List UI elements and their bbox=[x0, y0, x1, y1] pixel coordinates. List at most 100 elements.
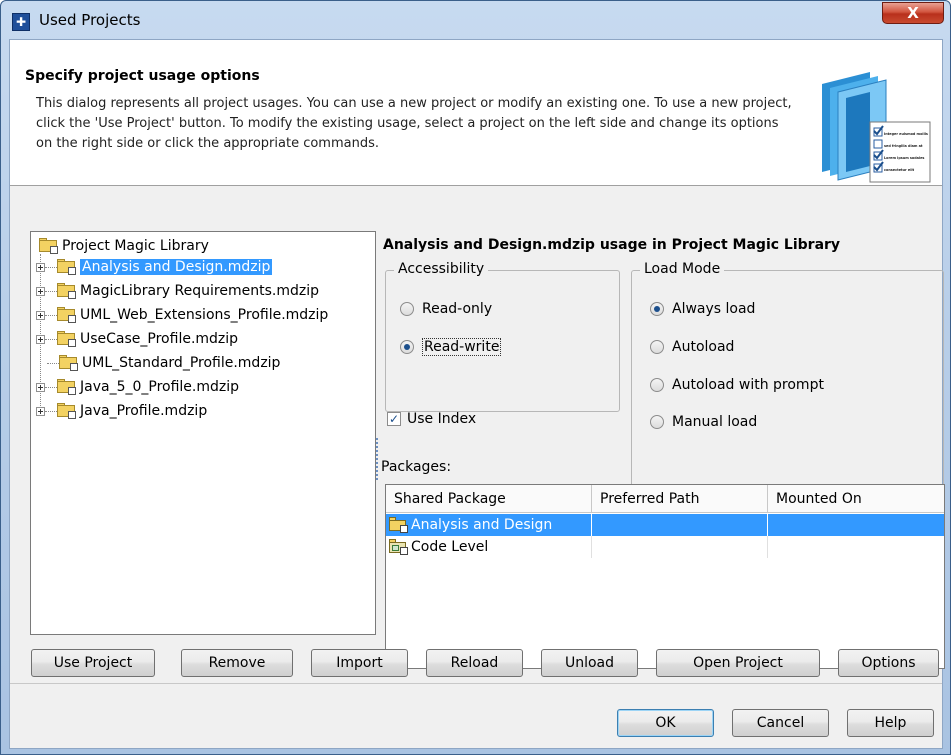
tree-item-label: UML_Web_Extensions_Profile.mdzip bbox=[80, 307, 329, 323]
tree-item[interactable]: UML_Web_Extensions_Profile.mdzip bbox=[36, 304, 328, 326]
checklist-line: sed fringilla diam at bbox=[884, 144, 923, 148]
radio-read-write[interactable]: Read-write bbox=[400, 336, 502, 358]
header-title: Specify project usage options bbox=[25, 68, 260, 84]
packages-label: Packages: bbox=[381, 459, 452, 475]
dialog-header: Specify project usage options This dialo… bbox=[10, 40, 942, 186]
project-folder-icon bbox=[57, 259, 77, 275]
project-folder-icon bbox=[39, 238, 59, 254]
cancel-button[interactable]: Cancel bbox=[732, 709, 829, 737]
help-button[interactable]: Help bbox=[847, 709, 934, 737]
import-button[interactable]: Import bbox=[311, 649, 408, 677]
project-folder-icon bbox=[57, 283, 77, 299]
radio-selected-icon bbox=[650, 302, 664, 316]
radio-icon bbox=[650, 415, 664, 429]
column-header-mounted-on[interactable]: Mounted On bbox=[768, 485, 944, 513]
table-cell bbox=[768, 536, 944, 558]
tree-item-label: Java_5_0_Profile.mdzip bbox=[80, 379, 240, 395]
table-cell bbox=[592, 536, 768, 558]
expand-icon[interactable] bbox=[36, 334, 45, 344]
code-package-icon bbox=[389, 539, 409, 555]
radio-autoload-with-prompt[interactable]: Autoload with prompt bbox=[650, 374, 824, 396]
radio-manual-load[interactable]: Manual load bbox=[650, 411, 757, 433]
project-folder-icon bbox=[57, 403, 77, 419]
use-project-button[interactable]: Use Project bbox=[31, 649, 155, 677]
dialog-window: ✚ Used Projects X Specify project usage … bbox=[0, 0, 951, 755]
packages-table[interactable]: Shared Package Preferred Path Mounted On… bbox=[385, 484, 945, 669]
radio-label: Always load bbox=[672, 301, 756, 317]
window-title: Used Projects bbox=[39, 11, 141, 29]
radio-read-only[interactable]: Read-only bbox=[400, 298, 492, 320]
table-row[interactable]: Analysis and Design bbox=[386, 514, 944, 536]
open-project-button[interactable]: Open Project bbox=[656, 649, 820, 677]
column-header-preferred-path[interactable]: Preferred Path bbox=[592, 485, 768, 513]
project-folder-icon bbox=[57, 331, 77, 347]
footer-divider bbox=[10, 683, 942, 684]
tree-root[interactable]: Project Magic Library bbox=[39, 236, 209, 256]
tree-item-label: Java_Profile.mdzip bbox=[80, 403, 208, 419]
tree-item[interactable]: Java_5_0_Profile.mdzip bbox=[36, 376, 239, 398]
checklist-line: consectetur elit bbox=[884, 168, 915, 172]
tree-root-label: Project Magic Library bbox=[62, 238, 209, 254]
tree-item[interactable]: Analysis and Design.mdzip bbox=[36, 256, 273, 278]
project-illustration-icon: Integer euismod mollis sed fringilla dia… bbox=[822, 72, 931, 183]
package-icon bbox=[389, 517, 409, 533]
ok-button[interactable]: OK bbox=[617, 709, 714, 737]
tree-item[interactable]: MagicLibrary Requirements.mdzip bbox=[36, 280, 319, 302]
radio-always-load[interactable]: Always load bbox=[650, 298, 755, 320]
unload-button[interactable]: Unload bbox=[541, 649, 638, 677]
accessibility-legend: Accessibility bbox=[394, 261, 489, 277]
accessibility-group: Accessibility Read-only Read-write bbox=[385, 261, 620, 412]
radio-autoload[interactable]: Autoload bbox=[650, 336, 734, 358]
expand-icon[interactable] bbox=[36, 310, 45, 320]
use-index-label: Use Index bbox=[407, 411, 477, 427]
expand-icon[interactable] bbox=[36, 382, 45, 392]
column-header-shared-package[interactable]: Shared Package bbox=[386, 485, 592, 513]
use-index-checkbox[interactable]: ✓ Use Index bbox=[387, 408, 476, 430]
radio-icon bbox=[650, 340, 664, 354]
table-cell: Code Level bbox=[386, 536, 592, 558]
tree-item[interactable]: Java_Profile.mdzip bbox=[36, 400, 207, 422]
load-mode-group: Load Mode Always load Autoload Autoload … bbox=[631, 261, 944, 488]
checklist-line: Lorem ipsum sodales bbox=[884, 156, 924, 160]
load-mode-legend: Load Mode bbox=[640, 261, 725, 277]
tree-item[interactable]: UseCase_Profile.mdzip bbox=[36, 328, 238, 350]
expand-icon[interactable] bbox=[36, 406, 45, 416]
table-cell: Analysis and Design bbox=[386, 514, 592, 536]
radio-label: Read-write bbox=[422, 338, 502, 356]
radio-selected-icon bbox=[400, 340, 414, 354]
radio-label: Autoload bbox=[672, 339, 735, 355]
title-bar[interactable]: ✚ Used Projects X bbox=[1, 1, 950, 39]
radio-icon bbox=[650, 378, 664, 392]
close-button[interactable]: X bbox=[882, 2, 944, 24]
reload-button[interactable]: Reload bbox=[426, 649, 523, 677]
tree-item-label: UML_Standard_Profile.mdzip bbox=[82, 355, 281, 371]
tree-item[interactable]: UML_Standard_Profile.mdzip bbox=[36, 352, 280, 374]
project-folder-icon bbox=[59, 355, 79, 371]
tree-item-label: UseCase_Profile.mdzip bbox=[80, 331, 239, 347]
tree-item-label: Analysis and Design.mdzip bbox=[80, 259, 273, 275]
remove-button[interactable]: Remove bbox=[181, 649, 293, 677]
table-row[interactable]: Code Level bbox=[386, 536, 944, 558]
radio-icon bbox=[400, 302, 414, 316]
expand-icon[interactable] bbox=[36, 262, 45, 272]
radio-label: Manual load bbox=[672, 414, 758, 430]
package-name: Analysis and Design bbox=[411, 517, 553, 533]
radio-label: Read-only bbox=[422, 301, 493, 317]
project-folder-icon bbox=[57, 307, 77, 323]
checkmark-icon: ✓ bbox=[387, 412, 401, 426]
usage-title: Analysis and Design.mdzip usage in Proje… bbox=[383, 237, 841, 253]
table-cell bbox=[768, 514, 944, 536]
expand-icon[interactable] bbox=[36, 286, 45, 296]
header-description: This dialog represents all project usage… bbox=[36, 96, 792, 151]
panel-splitter[interactable] bbox=[376, 438, 380, 480]
project-folder-icon bbox=[57, 379, 77, 395]
radio-label: Autoload with prompt bbox=[672, 377, 824, 393]
table-header: Shared Package Preferred Path Mounted On bbox=[386, 485, 944, 513]
options-button[interactable]: Options bbox=[838, 649, 939, 677]
tree-item-label: MagicLibrary Requirements.mdzip bbox=[80, 283, 319, 299]
table-cell bbox=[592, 514, 768, 536]
dialog-body: Specify project usage options This dialo… bbox=[9, 39, 945, 749]
app-icon: ✚ bbox=[12, 13, 30, 31]
project-tree[interactable]: Project Magic Library Analysis and Desig… bbox=[30, 231, 376, 635]
checklist-line: Integer euismod mollis bbox=[884, 132, 928, 136]
